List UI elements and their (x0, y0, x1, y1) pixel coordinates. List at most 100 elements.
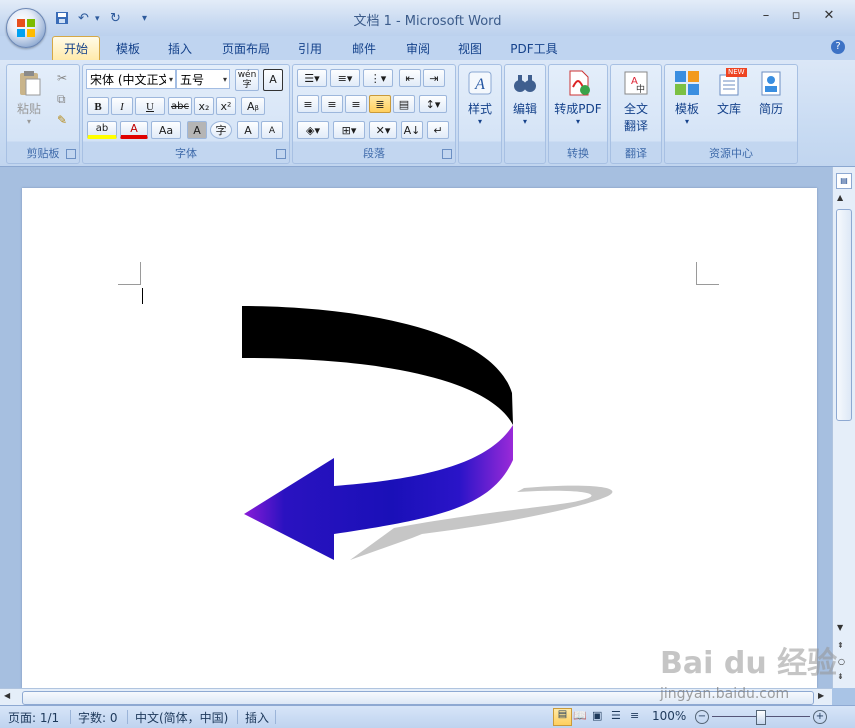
align-right-button[interactable]: ≡ (345, 95, 367, 113)
paragraph-group: ☰▾ ≡▾ ⋮▾ ⇤ ⇥ ≡ ≡ ≡ ≣ ▤ ↕▾ ◈▾ ⊞▾ ✕▾ A↓ ↵ … (292, 64, 456, 164)
paragraph-launcher-icon[interactable] (442, 149, 452, 159)
phonetic-guide-button[interactable]: wén 字 (235, 69, 259, 91)
change-case-button[interactable]: Aa (151, 121, 181, 139)
font-launcher-icon[interactable] (276, 149, 286, 159)
char-shading-button[interactable]: A (187, 121, 207, 139)
web-layout-icon[interactable]: ▣ (592, 709, 602, 722)
tab-home[interactable]: 开始 (52, 36, 100, 61)
font-name-combo[interactable]: 宋体 (中文正文)▾ (86, 69, 176, 89)
resume-button[interactable]: 简历 (751, 69, 791, 117)
help-icon[interactable]: ? (831, 40, 845, 54)
bullets-button[interactable]: ☰▾ (297, 69, 327, 87)
styles-icon: A (468, 71, 492, 95)
grow-font-button[interactable]: A (237, 121, 259, 139)
next-page-icon[interactable]: ⇟ (837, 672, 844, 681)
editing-button[interactable]: 编辑 ▾ (507, 69, 543, 126)
to-pdf-button[interactable]: 转成PDF ▾ (551, 69, 605, 126)
ruler-toggle-icon[interactable]: ▤ (836, 173, 852, 189)
zoom-slider-thumb[interactable] (756, 710, 766, 725)
copy-icon[interactable]: ⧉ (57, 92, 66, 107)
cut-icon[interactable]: ✂ (57, 71, 67, 85)
tab-review[interactable]: 审阅 (398, 39, 438, 59)
full-translate-label: 全文 (623, 102, 648, 116)
enclose-char-button[interactable]: 字 (210, 121, 232, 139)
bold-button[interactable]: B (87, 97, 109, 115)
align-left-button[interactable]: ≡ (297, 95, 319, 113)
tab-page-layout[interactable]: 页面布局 (215, 39, 277, 59)
italic-button[interactable]: I (111, 97, 133, 115)
zoom-in-icon[interactable]: + (813, 710, 827, 724)
status-insert-mode[interactable]: 插入 (245, 709, 269, 726)
document-page[interactable] (22, 188, 817, 688)
vertical-scrollbar[interactable]: ▤ ▲ ▼ ⇞ ○ ⇟ (832, 167, 855, 688)
tab-mailings[interactable]: 邮件 (344, 39, 384, 59)
increase-indent-button[interactable]: ⇥ (423, 69, 445, 87)
borders-button[interactable]: ⊞▾ (333, 121, 365, 139)
line-spacing-button[interactable]: ↕▾ (419, 95, 447, 113)
resume-icon (761, 71, 781, 96)
tab-templates[interactable]: 模板 (108, 39, 148, 59)
tab-view[interactable]: 视图 (450, 39, 490, 59)
editing-label: 编辑 (512, 102, 537, 116)
scroll-right-icon[interactable]: ▶ (818, 691, 824, 700)
status-page[interactable]: 页面: 1/1 (8, 709, 59, 726)
vertical-scroll-thumb[interactable] (836, 209, 852, 421)
justify-button[interactable]: ≣ (369, 95, 391, 113)
distributed-button[interactable]: ▤ (393, 95, 415, 113)
paste-button[interactable]: 粘贴 ▾ (11, 69, 47, 126)
print-layout-view-icon[interactable]: ▤ (553, 708, 572, 726)
draft-view-icon[interactable]: ≡ (630, 709, 639, 722)
styles-button[interactable]: A 样式 ▾ (462, 69, 498, 126)
font-group: 宋体 (中文正文)▾ 五号▾ wén字 A B I U abc x₂ x² Aᵦ… (82, 64, 290, 164)
full-translate-button[interactable]: A中 全文 翻译 (613, 69, 659, 134)
align-center-button[interactable]: ≡ (321, 95, 343, 113)
font-size-combo[interactable]: 五号 ▾ (176, 69, 230, 89)
minimize-button[interactable]: – (752, 6, 780, 26)
svg-text:A: A (474, 76, 485, 93)
highlight-button[interactable]: ab (87, 121, 117, 139)
office-button[interactable] (6, 8, 46, 48)
browse-object-icon[interactable]: ○ (838, 657, 845, 666)
library-label: 文库 (716, 102, 741, 116)
strikethrough-button[interactable]: abc (168, 97, 192, 115)
window-title: 文档 1 - Microsoft Word (353, 14, 502, 29)
multilevel-list-button[interactable]: ⋮▾ (363, 69, 393, 87)
tab-pdf-tools[interactable]: PDF工具 (503, 39, 565, 59)
numbering-button[interactable]: ≡▾ (330, 69, 360, 87)
format-painter-icon[interactable]: ✎ (57, 113, 67, 127)
decrease-indent-button[interactable]: ⇤ (399, 69, 421, 87)
subscript-button[interactable]: x₂ (194, 97, 214, 115)
show-marks-button[interactable]: ↵ (427, 121, 449, 139)
scroll-down-icon[interactable]: ▼ (837, 623, 843, 632)
tab-insert[interactable]: 插入 (160, 39, 200, 59)
scroll-up-icon[interactable]: ▲ (837, 193, 843, 202)
font-size-value: 五号 (180, 73, 205, 87)
close-button[interactable]: ✕ (815, 6, 843, 26)
clear-format-button[interactable]: Aᵦ (241, 97, 265, 115)
zoom-level[interactable]: 100% (652, 709, 686, 723)
char-border-button[interactable]: A (263, 69, 283, 91)
maximize-button[interactable]: ▫ (782, 6, 810, 26)
paragraph-group-label: 段落 (363, 147, 385, 160)
tab-references[interactable]: 引用 (290, 39, 330, 59)
status-language[interactable]: 中文(简体，中国) (135, 709, 228, 726)
clipboard-launcher-icon[interactable] (66, 149, 76, 159)
chinese-layout-button[interactable]: ✕▾ (369, 121, 397, 139)
underline-button[interactable]: U (135, 97, 165, 115)
shrink-font-button[interactable]: A (261, 121, 283, 139)
shading-button[interactable]: ◈▾ (297, 121, 329, 139)
baidu-watermark: Bai du 经验 (660, 646, 838, 681)
template-button[interactable]: 模板 ▾ (667, 69, 707, 126)
status-word-count[interactable]: 字数: 0 (78, 709, 118, 726)
baidu-watermark-url: jingyan.baidu.com (660, 686, 790, 702)
outline-view-icon[interactable]: ☰ (611, 709, 621, 722)
superscript-button[interactable]: x² (216, 97, 236, 115)
sort-button[interactable]: A↓ (401, 121, 423, 139)
styles-group: A 样式 ▾ (458, 64, 502, 164)
scroll-left-icon[interactable]: ◀ (4, 691, 10, 700)
zoom-out-icon[interactable]: − (695, 710, 709, 724)
full-screen-reading-icon[interactable]: 📖 (573, 709, 587, 722)
prev-page-icon[interactable]: ⇞ (837, 641, 844, 650)
curved-arrow-shape[interactable] (22, 188, 817, 688)
font-color-button[interactable]: A (120, 121, 148, 139)
